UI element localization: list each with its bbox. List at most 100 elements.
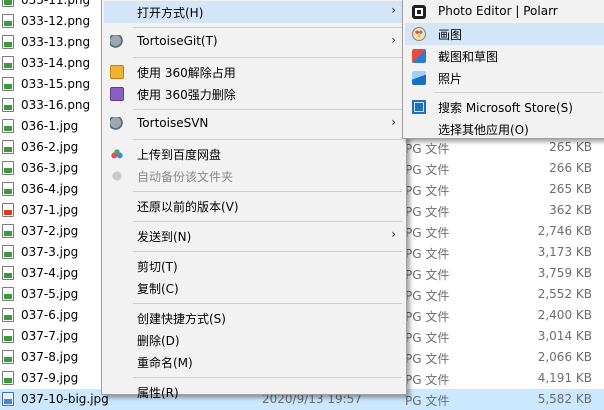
green-doc-icon <box>2 182 14 196</box>
menu-item-7[interactable]: TortoiseSVN › <box>104 113 404 135</box>
green-doc-icon <box>2 119 14 133</box>
file-name[interactable]: 033-11.png <box>21 0 90 7</box>
file-size: 265 KB <box>549 182 592 196</box>
menu-item-14[interactable]: 发送到(N) › <box>104 225 404 247</box>
file-size: 3,014 KB <box>537 329 592 343</box>
polarr-icon <box>412 5 426 19</box>
menu-item-label: 发送到(N) <box>137 230 192 244</box>
file-name[interactable]: 037-4.jpg <box>21 266 78 280</box>
file-name[interactable]: 036-2.jpg <box>21 140 78 154</box>
chevron-right-icon: › <box>391 33 396 47</box>
green-doc-icon <box>2 308 14 322</box>
file-icon-band <box>4 273 12 278</box>
menu-item-21[interactable]: 重命名(M) <box>104 351 404 373</box>
file-size: 2,400 KB <box>537 308 592 322</box>
file-name[interactable]: 033-14.png <box>21 56 90 70</box>
menu-item-19[interactable]: 创建快捷方式(S) <box>104 307 404 329</box>
file-icon-band <box>4 336 12 341</box>
file-icon-band <box>4 189 12 194</box>
file-size: 2,552 KB <box>537 287 592 301</box>
menu-item-2[interactable]: TortoiseGit(T) › <box>104 31 404 53</box>
file-icon-band <box>4 126 12 131</box>
menu-item-label: 删除(D) <box>137 334 180 348</box>
file-type: PG 文件 <box>405 226 450 240</box>
file-name[interactable]: 036-4.jpg <box>21 182 78 196</box>
menu-item-label: TortoiseGit(T) <box>137 34 218 48</box>
file-name[interactable]: 037-2.jpg <box>21 224 78 238</box>
file-name[interactable]: 037-9.jpg <box>21 371 78 385</box>
baidu-backup-icon <box>110 169 124 183</box>
file-size: 3,759 KB <box>537 266 592 280</box>
menu-item-9[interactable]: 上传到百度网盘 <box>104 143 404 165</box>
tortoisegit-icon <box>110 35 124 49</box>
menu-item-4[interactable]: 使用 360解除占用 <box>104 61 404 83</box>
menu-separator <box>133 221 402 222</box>
file-size: 362 KB <box>549 203 592 217</box>
file-name[interactable]: 037-3.jpg <box>21 245 78 259</box>
file-name[interactable]: 033-13.png <box>21 35 90 49</box>
file-name[interactable]: 037-1.jpg <box>21 203 78 217</box>
menu-item-16[interactable]: 剪切(T) <box>104 255 404 277</box>
file-type: PG 文件 <box>405 310 450 324</box>
file-size: 3,173 KB <box>537 245 592 259</box>
file-icon-band <box>4 357 12 362</box>
file-type: PG 文件 <box>405 373 450 387</box>
menu-item-17[interactable]: 复制(C) <box>104 277 404 299</box>
store-icon <box>412 100 426 114</box>
file-icon-band <box>4 231 12 236</box>
file-name[interactable]: 033-12.png <box>21 14 90 28</box>
file-type: PG 文件 <box>405 184 450 198</box>
submenu-item-label: 选择其他应用(O) <box>438 123 529 137</box>
file-name[interactable]: 037-10-big.jpg <box>21 392 109 406</box>
menu-item-label: 打开方式(H) <box>137 6 204 20</box>
file-icon-band <box>4 105 12 110</box>
menu-item-label: 还原以前的版本(V) <box>137 200 239 214</box>
warning-doc-icon <box>2 203 14 217</box>
green-doc-icon <box>2 35 14 49</box>
menu-separator <box>133 57 402 58</box>
submenu-item-1[interactable]: 画图 <box>405 23 604 45</box>
submenu-item-3[interactable]: 照片 <box>405 67 604 89</box>
file-name[interactable]: 036-1.jpg <box>21 119 78 133</box>
chevron-right-icon: › <box>391 115 396 129</box>
file-icon-band <box>4 378 12 383</box>
menu-item-5[interactable]: 使用 360强力删除 <box>104 83 404 105</box>
tortoisesvn-icon <box>110 117 124 131</box>
menu-item-20[interactable]: 删除(D) <box>104 329 404 351</box>
green-doc-icon <box>2 329 14 343</box>
file-icon-band <box>4 84 12 89</box>
menu-item-10: 自动备份该文件夹 <box>104 165 404 187</box>
file-name[interactable]: 036-3.jpg <box>21 161 78 175</box>
context-menu: 打开方式(H) › TortoiseGit(T) › 使用 360解除占用 使用 360强… <box>101 0 407 400</box>
green-doc-icon <box>2 56 14 70</box>
green-doc-icon <box>2 266 14 280</box>
submenu-item-2[interactable]: 截图和草图 <box>405 45 604 67</box>
file-name[interactable]: 037-6.jpg <box>21 308 78 322</box>
green-doc-icon <box>2 245 14 259</box>
baidu-cloud-icon <box>110 147 124 161</box>
paint-icon <box>412 27 426 41</box>
menu-item-label: 使用 360解除占用 <box>137 66 236 80</box>
menu-item-label: 使用 360强力删除 <box>137 88 236 102</box>
file-name[interactable]: 037-5.jpg <box>21 287 78 301</box>
submenu-item-5[interactable]: 搜索 Microsoft Store(S) <box>405 96 604 118</box>
open-with-submenu: Photo Editor | Polarr 画图截图和草图照片搜索 Microso… <box>402 0 604 139</box>
file-name[interactable]: 037-8.jpg <box>21 350 78 364</box>
menu-item-0[interactable]: 打开方式(H) › <box>104 1 404 23</box>
menu-separator <box>133 109 402 110</box>
file-size: 266 KB <box>549 161 592 175</box>
submenu-item-0[interactable]: Photo Editor | Polarr <box>405 1 604 23</box>
file-name[interactable]: 033-15.png <box>21 77 90 91</box>
green-doc-icon <box>2 98 14 112</box>
menu-item-label: 创建快捷方式(S) <box>137 312 226 326</box>
submenu-item-6[interactable]: 选择其他应用(O) <box>405 118 604 140</box>
file-type: PG 文件 <box>405 394 450 408</box>
menu-item-label: 重命名(M) <box>137 356 193 370</box>
file-name[interactable]: 037-7.jpg <box>21 329 78 343</box>
file-name[interactable]: 033-16.png <box>21 98 90 112</box>
submenu-item-label: 截图和草图 <box>438 50 499 64</box>
menu-item-23[interactable]: 属性(R) <box>104 381 404 403</box>
menu-item-12[interactable]: 还原以前的版本(V) <box>104 195 404 217</box>
file-size: 2,746 KB <box>537 224 592 238</box>
menu-separator <box>133 303 402 304</box>
